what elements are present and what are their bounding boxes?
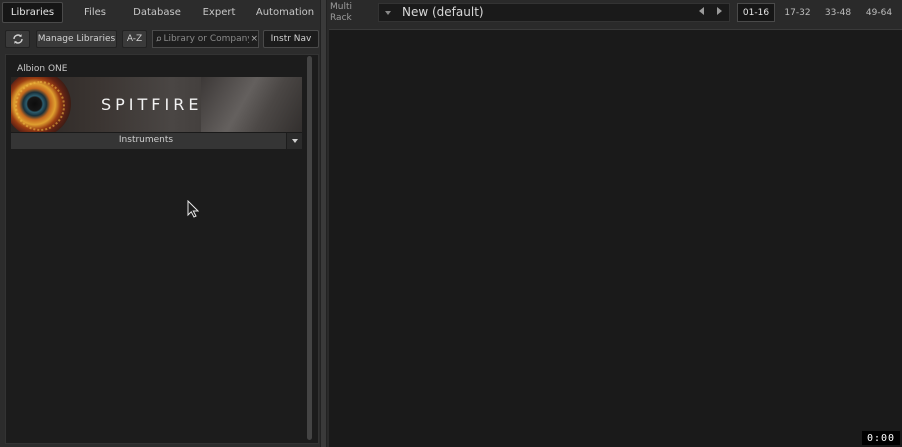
- tab-database[interactable]: Database: [127, 2, 187, 23]
- tab-files[interactable]: Files: [66, 2, 124, 23]
- library-brand: SPITFIRE: [101, 95, 203, 114]
- browser-toolbar: Manage Libraries A-Z × Instr Nav: [0, 28, 323, 50]
- next-preset-icon[interactable]: [717, 7, 722, 15]
- browser-tabs: Libraries Files Database Expert Automati…: [0, 0, 323, 25]
- rack-page-17-32[interactable]: 17-32: [779, 3, 816, 22]
- search-icon: [156, 36, 162, 42]
- multi-rack-label: Multi Rack: [330, 2, 370, 24]
- tab-libraries[interactable]: Libraries: [2, 2, 63, 23]
- rack-area[interactable]: [329, 29, 902, 447]
- rack-label-line1: Multi: [330, 2, 352, 12]
- clear-search-icon[interactable]: ×: [250, 34, 258, 44]
- timer-display: 0:00: [862, 431, 900, 445]
- instruments-dropdown[interactable]: Instruments: [11, 132, 302, 149]
- preset-menu-arrow-icon[interactable]: [385, 11, 391, 15]
- library-scrollbar[interactable]: [307, 56, 312, 440]
- rack-label-line2: Rack: [330, 13, 352, 23]
- tab-automation[interactable]: Automation: [251, 2, 319, 23]
- refresh-button[interactable]: [5, 30, 30, 48]
- dropdown-label: Instruments: [118, 135, 174, 145]
- panel-splitter[interactable]: [320, 0, 327, 447]
- library-search-field: ×: [152, 30, 259, 48]
- previous-preset-icon[interactable]: [699, 7, 704, 15]
- rack-page-49-64[interactable]: 49-64: [860, 3, 898, 22]
- search-input[interactable]: [163, 34, 250, 44]
- browser-panel: Libraries Files Database Expert Automati…: [0, 0, 323, 447]
- instr-nav-button[interactable]: Instr Nav: [263, 30, 319, 48]
- manage-libraries-button[interactable]: Manage Libraries: [36, 30, 117, 48]
- chevron-down-icon[interactable]: [286, 133, 302, 149]
- library-title: Albion ONE: [17, 64, 68, 74]
- refresh-icon: [12, 34, 23, 44]
- banner-texture: [201, 77, 302, 132]
- eye-artwork: [11, 77, 71, 132]
- tab-expert[interactable]: Expert: [190, 2, 248, 23]
- rack-page-01-16[interactable]: 01-16: [737, 3, 775, 22]
- mouse-cursor-icon: [187, 200, 199, 218]
- sort-az-button[interactable]: A-Z: [122, 30, 147, 48]
- preset-name[interactable]: New (default): [402, 5, 484, 19]
- rack-page-33-48[interactable]: 33-48: [819, 3, 857, 22]
